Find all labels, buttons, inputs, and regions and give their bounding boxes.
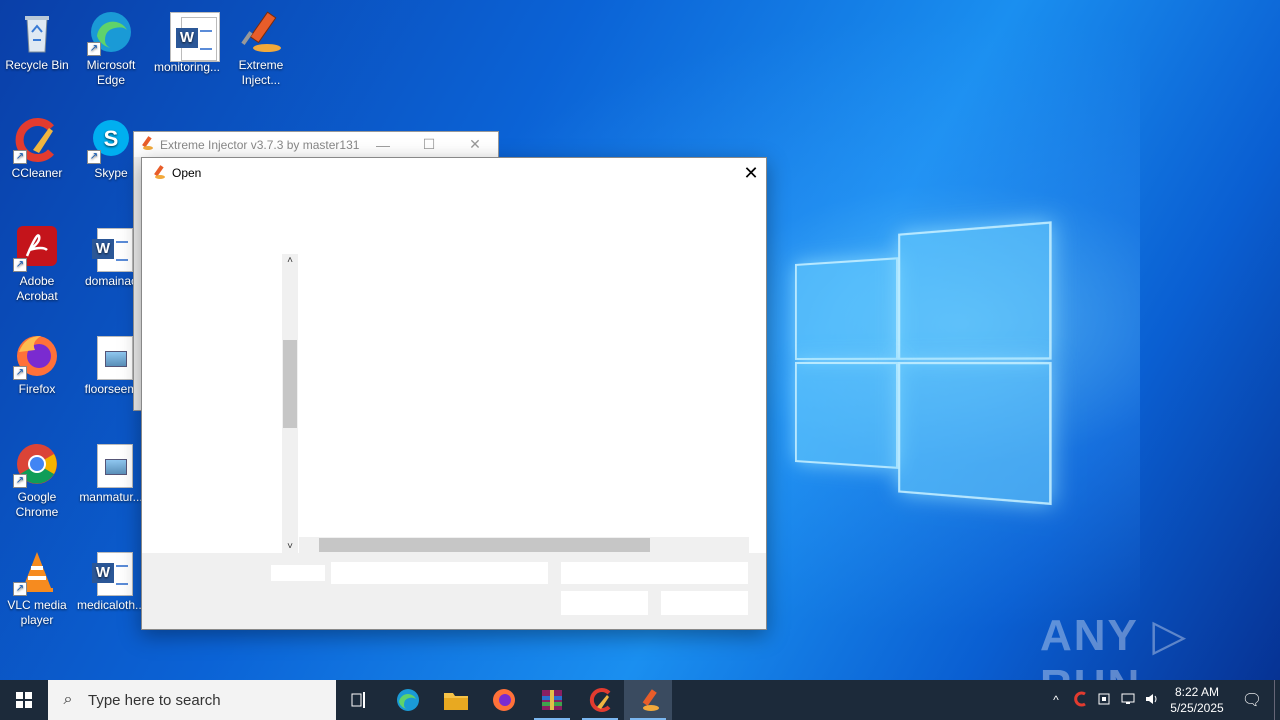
icon-label: Extreme Inject... [224, 58, 298, 88]
ccleaner-tray-icon[interactable] [1068, 691, 1092, 710]
windows-start-icon [16, 692, 32, 708]
task-view-button[interactable] [336, 680, 384, 720]
filename-label-placeholder [271, 565, 325, 581]
injector-icon [635, 687, 661, 713]
icon-label: medicaloth... [74, 598, 148, 613]
network-icon[interactable] [1116, 691, 1140, 710]
desktop-icon-edge[interactable]: ↗ Microsoft Edge [74, 8, 148, 88]
task-view-icon [350, 690, 370, 710]
taskbar-clock[interactable]: 8:22 AM 5/25/2025 [1164, 684, 1230, 716]
dialog-close-button[interactable]: ✕ [736, 163, 766, 184]
vlc-icon: ↗ [13, 548, 61, 596]
edge-icon: ↗ [87, 8, 135, 56]
word-doc-icon: W [170, 12, 220, 62]
taskbar-winrar[interactable] [528, 680, 576, 720]
word-doc-icon: W [87, 224, 135, 272]
desktop-icon-firefox[interactable]: ↗ Firefox [0, 332, 74, 397]
desktop-icon-google-chrome[interactable]: ↗ Google Chrome [0, 440, 74, 520]
windows-logo-wallpaper [795, 221, 1050, 502]
firefox-icon [491, 687, 517, 713]
icon-label: Microsoft Edge [74, 58, 148, 88]
maximize-button[interactable]: ☐ [406, 136, 452, 153]
search-icon: ⌕ [48, 691, 88, 709]
injector-icon [150, 164, 166, 183]
open-file-dialog[interactable]: Open ✕ ˄ ˅ [141, 157, 767, 630]
winrar-icon [540, 688, 564, 712]
image-file-icon [87, 440, 135, 488]
firefox-icon: ↗ [13, 332, 61, 380]
word-doc-icon: W [87, 548, 135, 596]
notifications-icon[interactable]: 🗨 [1230, 690, 1274, 710]
taskbar-extreme-injector[interactable] [624, 680, 672, 720]
tray-chevron-icon[interactable]: ^ [1044, 693, 1068, 707]
taskbar-firefox[interactable] [480, 680, 528, 720]
horizontal-scrollbar[interactable] [299, 537, 749, 553]
image-file-icon [87, 332, 135, 380]
desktop-icon-medicaloth[interactable]: W medicaloth... [74, 548, 148, 613]
icon-label: Adobe Acrobat [0, 274, 74, 304]
window-title: Extreme Injector v3.7.3 by master131 [160, 138, 360, 152]
icon-label: CCleaner [0, 166, 74, 181]
desktop-icon-extreme-injector[interactable]: Extreme Inject... [224, 8, 298, 88]
dialog-titlebar[interactable]: Open ✕ [142, 158, 766, 188]
ccleaner-icon [587, 687, 613, 713]
edge-icon [395, 687, 421, 713]
icon-label: manmatur... [74, 490, 148, 505]
desktop-icon-adobe-acrobat[interactable]: ↗ Adobe Acrobat [0, 224, 74, 304]
icon-label: VLC media player [0, 598, 74, 628]
vertical-scrollbar[interactable]: ˄ ˅ [282, 254, 298, 554]
desktop-icon-vlc[interactable]: ↗ VLC media player [0, 548, 74, 628]
icon-label: Google Chrome [0, 490, 74, 520]
taskbar-file-explorer[interactable] [432, 680, 480, 720]
folder-icon [443, 689, 469, 711]
dialog-title: Open [172, 166, 736, 180]
vertical-scroll-thumb[interactable] [283, 340, 297, 428]
desktop-icon-monitoring[interactable]: W monitoring... [150, 8, 224, 75]
open-button[interactable] [561, 591, 648, 615]
search-placeholder: Type here to search [88, 692, 221, 709]
horizontal-scroll-thumb[interactable] [319, 538, 650, 552]
icon-label: monitoring... [150, 60, 224, 75]
desktop-icon-manmatur[interactable]: manmatur... [74, 440, 148, 505]
taskbar-ccleaner[interactable] [576, 680, 624, 720]
show-desktop-button[interactable] [1274, 680, 1280, 720]
svg-text:S: S [104, 126, 119, 151]
taskbar-edge[interactable] [384, 680, 432, 720]
scroll-down-arrow[interactable]: ˅ [282, 540, 298, 554]
system-tray: ^ 8:22 AM 5/25/2025 🗨 [1044, 680, 1280, 720]
cancel-button[interactable] [661, 591, 748, 615]
skype-icon: S ↗ [87, 116, 135, 164]
taskbar-search-box[interactable]: ⌕ Type here to search [48, 680, 336, 720]
ccleaner-icon: ↗ [13, 116, 61, 164]
window-titlebar[interactable]: Extreme Injector v3.7.3 by master131 — ☐… [134, 132, 498, 157]
volume-icon[interactable] [1140, 691, 1164, 710]
injector-icon [138, 135, 154, 154]
close-button[interactable]: ✕ [452, 136, 498, 153]
injector-icon [237, 8, 285, 56]
desktop-icon-ccleaner[interactable]: ↗ CCleaner [0, 116, 74, 181]
start-button[interactable] [0, 680, 48, 720]
icon-label: Firefox [0, 382, 74, 397]
chrome-icon: ↗ [13, 440, 61, 488]
icon-label: Recycle Bin [0, 58, 74, 73]
scroll-up-arrow[interactable]: ˄ [282, 254, 298, 268]
filename-input[interactable] [331, 562, 548, 584]
clock-time: 8:22 AM [1164, 684, 1230, 700]
file-type-select[interactable] [561, 562, 748, 584]
recycle-bin-icon [13, 8, 61, 56]
acrobat-icon: ↗ [13, 224, 61, 272]
desktop-icon-recycle-bin[interactable]: Recycle Bin [0, 8, 74, 73]
taskbar: ⌕ Type here to search ^ 8:22 AM 5/25/202… [0, 680, 1280, 720]
clock-date: 5/25/2025 [1164, 700, 1230, 716]
minimize-button[interactable]: — [360, 137, 406, 153]
device-tray-icon[interactable] [1092, 691, 1116, 710]
dialog-footer [142, 553, 766, 629]
